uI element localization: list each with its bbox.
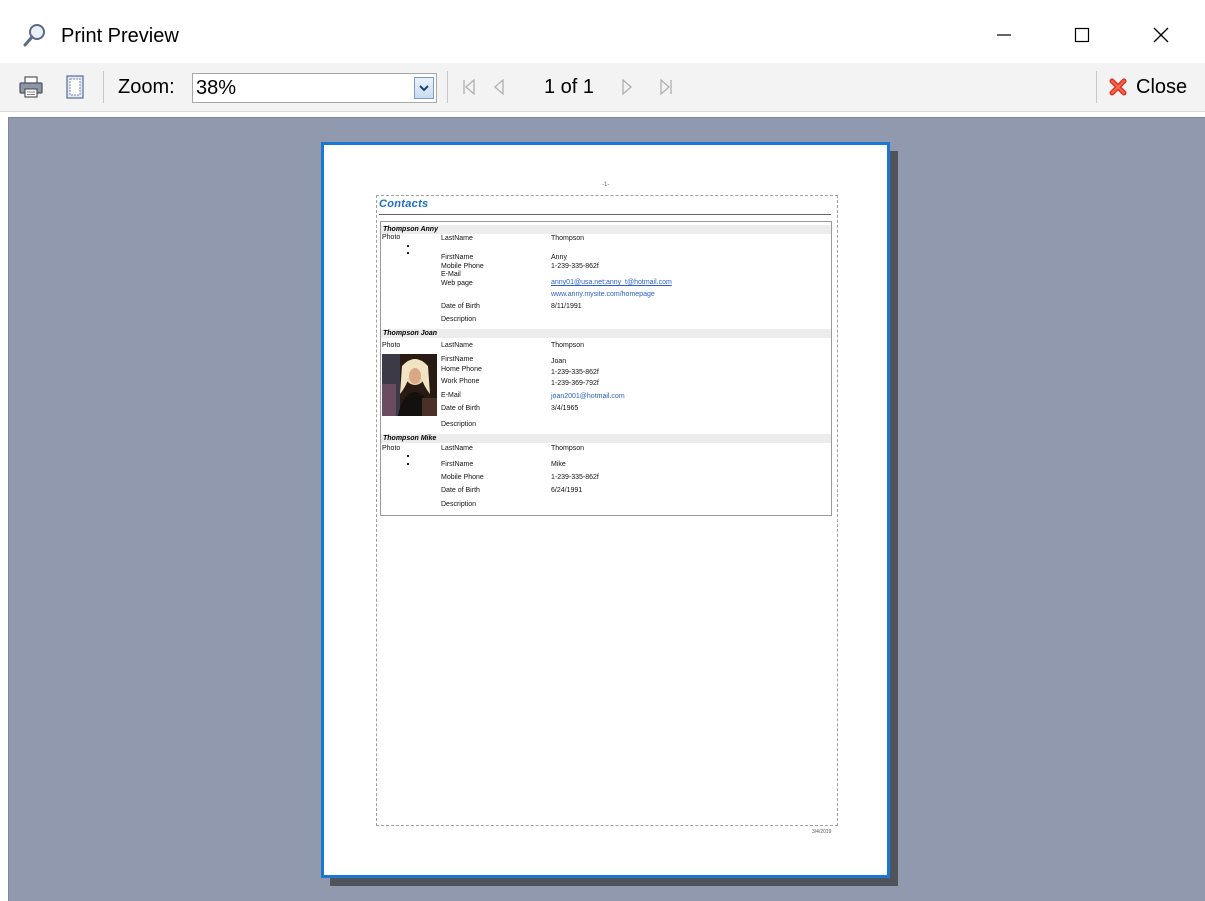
page-setup-icon	[66, 75, 84, 99]
page-number: -1-	[602, 182, 610, 188]
minimize-button[interactable]	[972, 8, 1036, 62]
toolbar-separator	[1096, 71, 1097, 103]
title-rule	[379, 214, 831, 215]
field-label: FirstName	[441, 356, 474, 363]
next-page-button[interactable]	[616, 71, 638, 103]
maximize-icon	[1074, 27, 1090, 43]
record-header: Thompson Mike	[381, 434, 831, 443]
zoom-label: Zoom:	[118, 76, 175, 98]
email-link[interactable]: joan2001@hotmail.com	[551, 393, 625, 401]
field-value: Joan	[551, 358, 567, 365]
field-value: 1-239-335-862f	[551, 369, 599, 376]
field-value: 1-239-369-792f	[551, 380, 599, 387]
email-link[interactable]: anny01@usa.net;anny_t@hotmail.com	[551, 279, 672, 287]
footer-date: 3/4/2019	[812, 829, 832, 835]
field-label: LastName	[441, 342, 473, 349]
field-label: Date of Birth	[441, 487, 480, 494]
field-label: Description	[441, 316, 477, 323]
field-value: Mike	[551, 461, 566, 468]
red-x-icon	[1109, 78, 1127, 96]
field-label: Home Phone	[441, 366, 482, 373]
empty-photo-marker	[407, 245, 409, 247]
empty-photo-marker	[407, 455, 409, 457]
field-value: 3/4/1965	[551, 405, 579, 412]
toolbar-separator	[103, 71, 104, 103]
toolbar: Zoom: 38% 1 of 1 Close	[0, 63, 1205, 112]
report-title: Contacts	[379, 198, 429, 210]
zoom-select[interactable]: 38%	[192, 73, 437, 103]
field-label: LastName	[441, 235, 473, 242]
previous-page-icon	[494, 78, 504, 96]
field-value: Thompson	[551, 235, 585, 242]
next-page-icon	[622, 78, 632, 96]
record-header: Thompson Anny	[381, 225, 831, 234]
minimize-icon	[997, 34, 1011, 36]
empty-photo-marker	[407, 463, 409, 465]
field-value: 8/11/1991	[551, 303, 582, 310]
title-bar: Print Preview	[0, 0, 1205, 63]
field-label: FirstName	[441, 254, 474, 261]
photo-label: Photo	[382, 342, 401, 349]
first-page-icon	[463, 78, 475, 96]
field-label: Mobile Phone	[441, 263, 484, 270]
field-label: Web page	[441, 280, 473, 287]
field-label: E-Mail	[441, 392, 461, 399]
field-value: Thompson	[551, 342, 585, 349]
last-page-icon	[660, 78, 672, 96]
field-label: Date of Birth	[441, 405, 480, 412]
field-label: FirstName	[441, 461, 474, 468]
magnifier-icon	[22, 22, 48, 48]
field-label: Date of Birth	[441, 303, 480, 310]
photo-label: Photo	[382, 234, 401, 241]
empty-photo-marker	[407, 252, 409, 254]
close-icon	[1153, 27, 1169, 43]
field-value: 1-239-335-862f	[551, 474, 599, 481]
print-button[interactable]	[14, 71, 48, 103]
printer-icon	[19, 76, 43, 98]
toolbar-separator	[447, 71, 448, 103]
window-title: Print Preview	[61, 25, 179, 47]
field-label: Description	[441, 501, 477, 508]
close-label: Close	[1136, 75, 1188, 98]
page-indicator: 1 of 1	[544, 76, 595, 98]
field-label: E-Mail	[441, 271, 461, 278]
field-label: Mobile Phone	[441, 474, 484, 481]
webpage-link[interactable]: www.anny.mysite.com/homepage	[551, 291, 655, 299]
field-label: Work Phone	[441, 378, 480, 385]
close-preview-button[interactable]: Close	[1108, 72, 1187, 102]
field-value: Thompson	[551, 445, 585, 452]
last-page-button[interactable]	[655, 71, 677, 103]
field-value: 1-239-335-862f	[551, 263, 599, 270]
maximize-button[interactable]	[1050, 8, 1114, 62]
first-page-button[interactable]	[458, 71, 480, 103]
record-header: Thompson Joan	[381, 329, 831, 338]
field-label: LastName	[441, 445, 473, 452]
contact-photo	[382, 354, 437, 416]
photo-label: Photo	[382, 445, 401, 452]
previous-page-button[interactable]	[488, 71, 510, 103]
field-label: Description	[441, 421, 477, 428]
window-close-button[interactable]	[1129, 8, 1193, 62]
field-value: 6/24/1991	[551, 487, 583, 494]
page-setup-button[interactable]	[58, 71, 92, 103]
zoom-value: 38%	[196, 77, 237, 99]
field-value: Anny	[551, 254, 567, 261]
zoom-dropdown-button[interactable]	[414, 77, 434, 99]
chevron-down-icon	[419, 85, 429, 92]
